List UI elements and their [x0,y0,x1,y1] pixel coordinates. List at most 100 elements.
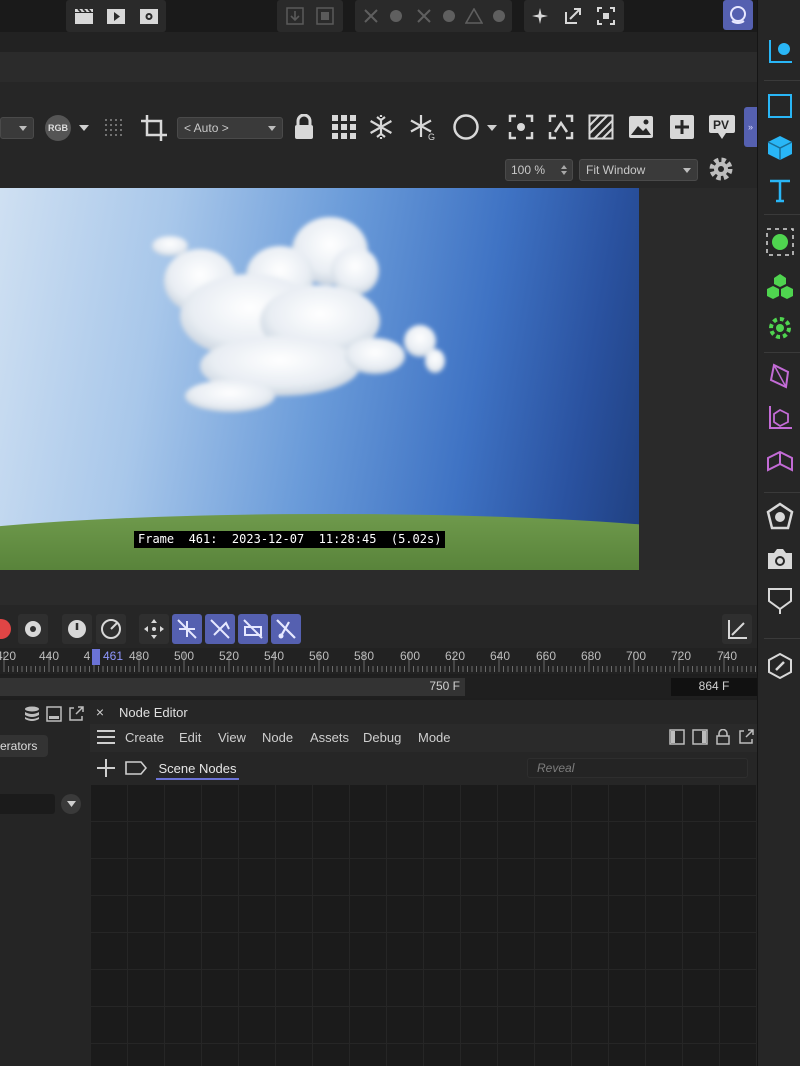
dither-icon[interactable] [100,114,128,142]
key-rotation-button[interactable] [205,614,235,644]
tag-icon[interactable] [764,650,796,682]
menu-create[interactable]: Create [125,730,164,745]
layout-icon[interactable] [764,36,796,68]
renderer-icon[interactable] [723,0,753,30]
playhead[interactable] [92,649,100,665]
tick-label: 520 [218,649,240,663]
max-frame-label: 864 F [698,679,730,693]
record-icon[interactable] [0,617,12,641]
crop-icon[interactable] [138,112,170,144]
viewport-margin [639,188,757,570]
effector-gear-icon[interactable] [764,312,796,344]
svg-text:G: G [428,132,435,140]
render-settings-icon[interactable] [137,4,161,28]
chevron-down-icon[interactable] [77,118,91,138]
key-scale-button[interactable] [238,614,268,644]
add-icon[interactable] [95,757,117,779]
reveal-search-input[interactable]: Reveal [527,758,748,778]
cloner-icon[interactable] [764,270,796,302]
right-panel-icon[interactable] [690,727,710,747]
chevron-down-icon[interactable] [61,794,81,814]
tick-label: 4 [83,649,91,663]
environment-icon[interactable] [764,500,796,532]
render-play-icon[interactable] [104,4,128,28]
color-mode-button[interactable]: RGB [43,114,73,142]
tick-label: 740 [716,649,738,663]
picture-viewer-icon[interactable]: PV [706,112,738,142]
hatch-icon[interactable] [586,112,616,142]
minimize-icon[interactable] [44,704,64,724]
gear-icon[interactable] [705,153,737,185]
snowflake-global-icon[interactable]: G [407,112,439,142]
tool-e-icon [463,4,485,28]
autokey-button[interactable] [18,614,48,644]
node-canvas[interactable] [90,784,757,1066]
image-icon[interactable] [626,112,656,142]
light-icon[interactable] [764,585,796,617]
camera-icon[interactable] [764,543,796,575]
menu-edit[interactable]: Edit [179,730,201,745]
sparkle-icon[interactable] [528,4,552,28]
database-icon[interactable] [22,704,42,724]
menu-view[interactable]: View [218,730,246,745]
tick-label: 540 [263,649,285,663]
grid-snap-icon [313,4,337,28]
grid-icon[interactable] [329,112,359,142]
tag-shape-icon[interactable] [124,758,148,778]
deformer-icon[interactable] [764,360,796,392]
clapper-icon[interactable] [72,4,96,28]
key-position-button[interactable] [172,614,202,644]
graph-button[interactable] [722,614,752,644]
key-param-button[interactable] [271,614,301,644]
tick-label: 560 [308,649,330,663]
crop-dropdown[interactable]: < Auto > [177,117,283,139]
tab-scene-nodes[interactable]: Scene Nodes [156,761,239,780]
menu-node[interactable]: Node [262,730,293,745]
circle-icon[interactable] [450,112,482,142]
left-panel-icon[interactable] [667,727,687,747]
dial-button[interactable] [96,614,126,644]
add-image-icon[interactable] [667,112,697,142]
close-icon[interactable]: × [93,704,107,720]
menu-assets[interactable]: Assets [310,730,349,745]
move-button[interactable] [139,614,169,644]
menu-mode[interactable]: Mode [418,730,451,745]
popout-icon[interactable] [66,704,86,724]
hamburger-icon[interactable] [96,728,116,746]
expand-toolbar-icon[interactable]: » [744,107,757,147]
tool-f-icon [488,4,510,28]
lock-icon[interactable] [290,112,318,142]
focus-frame-icon[interactable] [594,4,618,28]
lock-icon[interactable] [713,727,733,747]
fit-window-dropdown[interactable]: Fit Window [579,159,698,181]
cube-icon[interactable] [764,132,796,164]
tool-a-icon [360,4,382,28]
tick-label: 440 [38,649,60,663]
snowflake-icon[interactable] [366,112,396,142]
tick-label: 420 [0,649,17,663]
square-spline-icon[interactable] [764,90,796,122]
tick-label: 660 [535,649,557,663]
interactive-region-icon[interactable] [546,112,576,142]
export-icon[interactable] [561,4,585,28]
region-render-icon[interactable] [506,112,536,142]
field-icon[interactable] [764,402,796,434]
selection-generator-icon[interactable] [764,226,796,258]
menu-separator [0,32,757,52]
chevron-down-icon[interactable] [485,118,499,138]
bend-deformer-icon[interactable] [764,446,796,478]
current-frame-label: 461 [102,649,124,663]
menu-debug[interactable]: Debug [363,730,401,745]
view-dropdown[interactable] [0,117,34,139]
tick-label: 500 [173,649,195,663]
objects-search-field[interactable] [0,794,55,814]
tick-label: 620 [444,649,466,663]
render-viewport[interactable] [0,188,639,570]
popout-icon[interactable] [736,727,756,747]
zoom-field[interactable]: 100 % [505,159,573,181]
cloud-image [152,217,445,412]
keyframe-mode-button[interactable] [62,614,92,644]
crop-dropdown-value: < Auto > [184,121,229,135]
text-icon[interactable] [764,174,796,206]
generators-tab[interactable]: erators [0,735,48,757]
